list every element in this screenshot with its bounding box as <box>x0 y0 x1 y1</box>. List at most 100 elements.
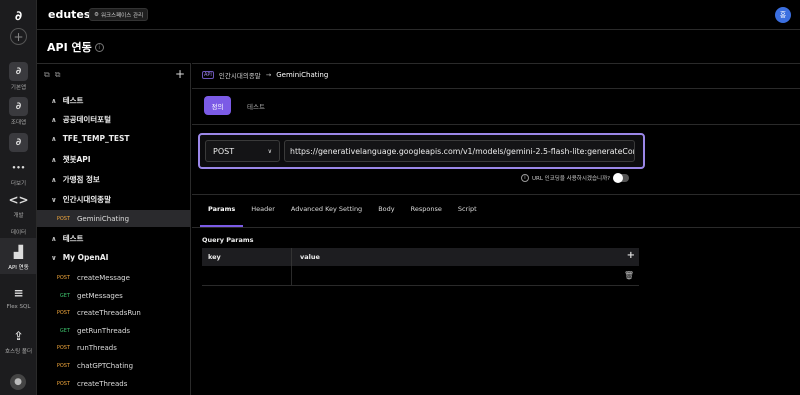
rail-item-label: Flex SQL <box>6 304 31 310</box>
param-key-input[interactable] <box>202 266 292 286</box>
tab-definition[interactable]: 정의 <box>204 96 231 115</box>
url-input[interactable]: https://generativelanguage.googleapis.co… <box>284 140 635 162</box>
divider <box>192 227 800 228</box>
tab-response[interactable]: Response <box>403 205 450 227</box>
tab-header[interactable]: Header <box>243 205 283 227</box>
divider <box>192 194 800 195</box>
chevron-up-icon: ∧ <box>51 155 57 164</box>
workspace-manage-label: 워크스페이스 관리 <box>100 12 144 19</box>
rail-item-third-app[interactable]: ∂ <box>0 133 37 152</box>
url-encode-toggle[interactable] <box>613 173 630 183</box>
rail-item-flex-sql[interactable]: ≡ Flex SQL <box>0 283 37 311</box>
leaf-label: GeminiChating <box>77 214 130 223</box>
api-tree: ⧉ ⧉ + ∧ 테스트 ∧ 공공데이터포털 ∧ TFE_TEMP_TEST ∧ … <box>37 63 191 395</box>
breadcrumb-folder[interactable]: 인간시대의종말 <box>219 70 261 80</box>
avatar[interactable]: 홍 <box>775 7 791 23</box>
app-rail: ∂ + ∂ 기본앱 ∂ 조대앱 ∂ ••• 더보기 <> 개발 데이터 ▟ AP… <box>0 0 37 395</box>
tab-params[interactable]: Params <box>200 205 244 227</box>
tab-body[interactable]: Body <box>370 205 402 227</box>
tree-leaf[interactable]: GET getRunThreads <box>37 322 190 339</box>
tree-folder[interactable]: ∧ 테스트 <box>51 95 83 106</box>
leaf-label: createThreads <box>77 379 128 388</box>
tree-folder[interactable]: ∧ 가맹점 정보 <box>51 174 100 185</box>
rail-item-more[interactable]: ••• 더보기 <box>0 158 37 188</box>
url-value: https://generativelanguage.googleapis.co… <box>290 146 635 156</box>
page-title-text: API 연동 <box>47 41 92 54</box>
folder-label: 테스트 <box>62 96 84 105</box>
table-header: key value + <box>202 248 639 266</box>
top-bar: edutest ⚙ 워크스페이스 관리 홍 <box>37 0 800 30</box>
workspace-manage-button[interactable]: ⚙ 워크스페이스 관리 <box>89 8 149 21</box>
expand-all-icon[interactable]: ⧉ <box>55 70 61 80</box>
user-icon[interactable]: ● <box>10 374 26 390</box>
tree-folder[interactable]: ∧ TFE_TEMP_TEST <box>51 134 130 143</box>
rail-item-api[interactable]: ▟ API 연동 <box>0 238 37 274</box>
leaf-label: createThreadsRun <box>77 308 141 317</box>
leaf-label: chatGPTChating <box>77 361 134 370</box>
tree-folder[interactable]: ∨ My OpenAI <box>51 253 108 262</box>
leaf-label: createMessage <box>77 273 130 282</box>
link-icon: ∂ <box>9 62 28 81</box>
trash-icon[interactable]: 🗑 <box>624 271 634 280</box>
tree-folder[interactable]: ∨ 인간시대의종말 <box>51 194 111 205</box>
method-badge: POST <box>56 344 70 351</box>
leaf-label: runThreads <box>77 343 117 352</box>
method-badge: POST <box>56 380 70 387</box>
add-api-button[interactable]: + <box>175 67 185 81</box>
rail-item-hosting[interactable]: ⇪ 호스팅 폴더 <box>0 326 37 356</box>
link-icon: ∂ <box>9 97 28 116</box>
rail-item-develop[interactable]: <> 개발 <box>0 190 37 220</box>
rail-item-basic-app[interactable]: ∂ 기본앱 <box>0 62 37 91</box>
tree-folder[interactable]: ∧ 챗봇API <box>51 154 91 165</box>
tab-script[interactable]: Script <box>450 205 485 227</box>
tree-leaf[interactable]: POST createThreadsRun <box>37 304 190 321</box>
add-app-button[interactable]: + <box>10 28 27 45</box>
tab-test[interactable]: 테스트 <box>247 101 265 111</box>
info-icon: i <box>521 174 529 182</box>
rail-item-label: 더보기 <box>10 181 27 187</box>
rail-item-second-app[interactable]: ∂ 조대앱 <box>0 97 37 126</box>
chevron-down-icon: ∨ <box>51 195 57 204</box>
method-badge: POST <box>56 274 70 281</box>
tree-leaf[interactable]: POST createMessage <box>37 269 190 286</box>
method-select[interactable]: POST ∨ <box>205 140 280 162</box>
tree-toolbar: ⧉ ⧉ <box>44 70 60 80</box>
folder-label: 테스트 <box>62 234 84 243</box>
url-encode-label: URL 인코딩을 사용하시겠습니까? <box>532 176 611 182</box>
column-key: key <box>202 248 292 266</box>
method-badge: POST <box>56 362 70 369</box>
folder-label: 가맹점 정보 <box>62 175 100 184</box>
column-value: value <box>300 253 320 261</box>
upload-icon: ⇪ <box>13 328 24 343</box>
tree-folder[interactable]: ∧ 공공데이터포털 <box>51 114 111 125</box>
folder-label: 공공데이터포털 <box>62 115 111 124</box>
method-badge: GET <box>59 292 70 299</box>
divider <box>192 124 800 125</box>
tree-leaf[interactable]: POST createThreads <box>37 375 190 392</box>
arrow-right-icon: → <box>265 71 272 79</box>
chevron-up-icon: ∧ <box>51 115 57 124</box>
method-badge: POST <box>56 215 70 222</box>
code-icon: <> <box>8 192 29 207</box>
tab-advanced-key-setting[interactable]: Advanced Key Setting <box>283 205 370 227</box>
tree-leaf[interactable]: GET getMessages <box>37 287 190 304</box>
collapse-all-icon[interactable]: ⧉ <box>44 70 50 80</box>
rail-item-label: 호스팅 폴더 <box>4 349 33 355</box>
rail-item-label: 개발 <box>13 213 24 219</box>
tree-leaf-selected[interactable]: POST GeminiChating <box>37 210 190 227</box>
api-badge-icon: API <box>202 71 214 79</box>
url-encode-option: i URL 인코딩을 사용하시겠습니까? <box>521 173 630 183</box>
method-badge: POST <box>56 309 70 316</box>
rail-section-label: 데이터 <box>10 230 27 236</box>
more-icon: ••• <box>11 163 26 172</box>
app-logo-icon[interactable]: ∂ <box>0 6 37 26</box>
gear-icon: ⚙ <box>94 11 99 18</box>
tree-leaf[interactable]: POST runThreads <box>37 339 190 356</box>
chevron-up-icon: ∧ <box>51 96 57 105</box>
rail-item-label: 기본앱 <box>10 85 27 91</box>
add-param-icon[interactable]: + <box>627 250 635 261</box>
tree-leaf[interactable]: POST chatGPTChating <box>37 357 190 374</box>
tree-folder[interactable]: ∧ 테스트 <box>51 233 83 244</box>
info-icon[interactable]: i <box>94 42 104 52</box>
leaf-label: getMessages <box>77 291 123 300</box>
